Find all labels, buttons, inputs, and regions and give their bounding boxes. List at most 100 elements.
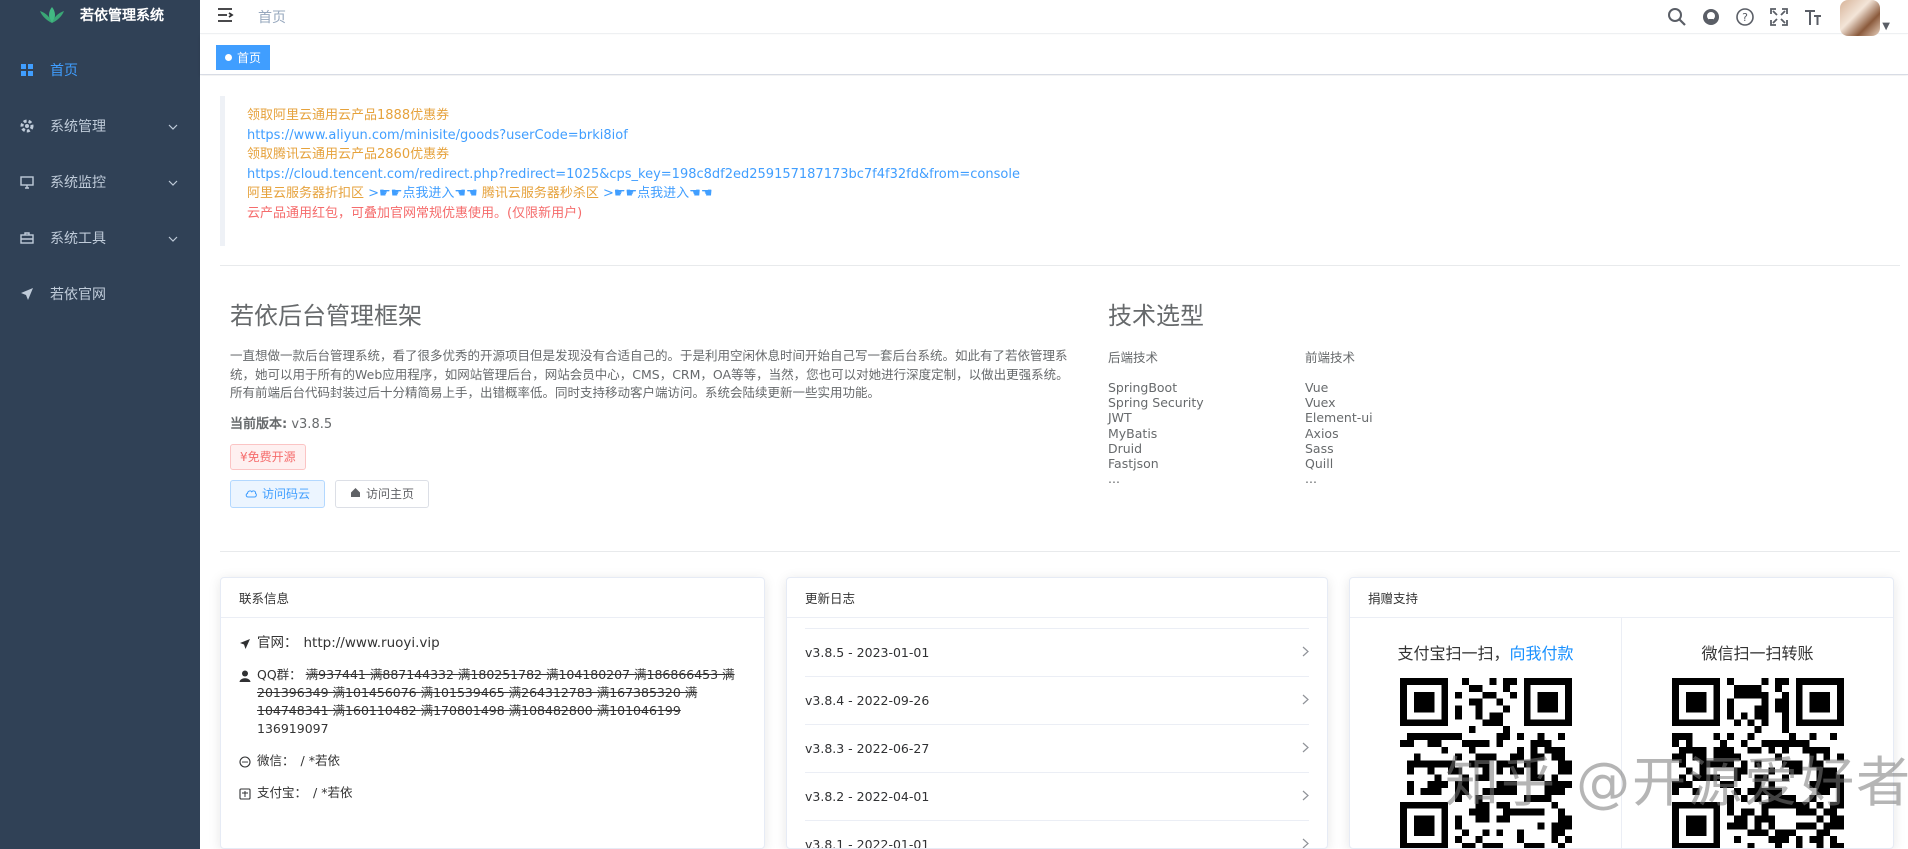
changelog-item[interactable]: v3.8.2 - 2022-04-01 <box>805 772 1309 820</box>
qq-full-groups: 满937441 满887144332 满180251782 满104180207… <box>257 667 735 718</box>
tech-stack-section: 技术选型 后端技术 SpringBoot Spring Security JWT… <box>1108 296 1708 486</box>
github-icon[interactable] <box>1694 2 1728 32</box>
sidebar-item-label: 系统管理 <box>50 119 106 135</box>
hamburger-icon[interactable] <box>216 6 234 24</box>
promo-aliyun-link[interactable]: https://www.aliyun.com/minisite/goods?us… <box>247 126 1900 146</box>
contact-alipay: 支付宝： / *若依 <box>239 784 746 802</box>
list-item: MyBatis <box>1108 425 1158 441</box>
tag-label: 首页 <box>237 51 262 65</box>
sidebar-item-label: 若依官网 <box>50 287 106 303</box>
navbar: 首页 ? ▼ <box>200 0 1908 36</box>
changelog-list: v3.8.5 - 2023-01-01 v3.8.4 - 2022-09-26 … <box>787 618 1327 849</box>
list-item: Quill <box>1305 456 1334 472</box>
intro-buttons: 访问码云 访问主页 <box>230 479 1070 508</box>
contact-card-body: 官网： http://www.ruoyi.vip QQ群： 满937441 满8… <box>221 618 764 832</box>
qq-text: QQ群： 满937441 满887144332 满180251782 满1041… <box>257 666 746 738</box>
watermark: 知乎 @开源爱好者 <box>1445 751 1908 814</box>
alipay-pay-text: 向我付款 <box>1509 644 1574 663</box>
wechat-label: 微信： <box>257 753 295 768</box>
chevron-down-icon <box>168 230 178 246</box>
changelog-item[interactable]: v3.8.3 - 2022-06-27 <box>805 724 1309 772</box>
sidebar-item-tools[interactable]: 系统工具 <box>0 210 200 266</box>
font-size-icon[interactable] <box>1796 2 1830 32</box>
tech-columns: 后端技术 SpringBoot Spring Security JWT MyBa… <box>1108 347 1708 486</box>
tags-view: 首页 <box>200 35 1908 75</box>
user-icon <box>239 669 251 682</box>
chevron-down-icon <box>168 118 178 134</box>
send-icon <box>239 637 251 649</box>
tencent-flash-link[interactable]: >☛☛点我进入☚☚ <box>603 186 713 201</box>
backend-title: 后端技术 <box>1108 350 1159 365</box>
visit-gitee-button[interactable]: 访问码云 <box>230 479 326 508</box>
sidebar-item-label: 系统监控 <box>50 175 106 191</box>
qq-open-group: 136919097 <box>257 721 329 736</box>
chevron-right-icon <box>1302 837 1309 848</box>
promo-tencent-link[interactable]: https://cloud.tencent.com/redirect.php?r… <box>247 165 1900 185</box>
contact-card-header: 联系信息 <box>221 578 764 618</box>
list-item: ... <box>1305 471 1317 487</box>
changelog-title: v3.8.5 - 2023-01-01 <box>805 645 930 660</box>
qq-label: QQ群： <box>257 667 302 682</box>
chevron-right-icon <box>1302 741 1309 756</box>
divider <box>220 265 1900 266</box>
alipay-donate-title: 支付宝扫一扫，向我付款 <box>1397 640 1573 664</box>
promo-red-packet: 云产品通用红包，可叠加官网常规优惠使用。(仅限新用户) <box>247 205 583 221</box>
changelog-title: v3.8.3 - 2022-06-27 <box>805 741 930 756</box>
visit-homepage-button[interactable]: 访问主页 <box>335 479 430 508</box>
home-icon <box>350 487 361 501</box>
contact-website: 官网： http://www.ruoyi.vip <box>239 634 746 652</box>
intro-section: 若依后台管理框架 一直想做一款后台管理系统，看了很多优秀的开源项目但是发现没有合… <box>230 296 1070 508</box>
help-icon[interactable]: ? <box>1728 2 1762 32</box>
search-icon[interactable] <box>1660 2 1694 32</box>
website-label: 官网： <box>257 635 298 651</box>
main-content: 领取阿里云通用云产品1888优惠券 https://www.aliyun.com… <box>200 76 1908 849</box>
app-title: 若依管理系统 <box>80 8 164 24</box>
intro-description: 一直想做一款后台管理系统，看了很多优秀的开源项目但是发现没有合适自己的。于是利用… <box>230 348 1069 400</box>
cloud-icon <box>245 487 257 501</box>
breadcrumb: 首页 <box>258 10 286 26</box>
sidebar-item-home[interactable]: 首页 <box>0 42 200 98</box>
changelog-item[interactable]: v3.8.4 - 2022-09-26 <box>805 676 1309 724</box>
changelog-card-header: 更新日志 <box>787 578 1327 618</box>
logo-icon <box>40 7 64 23</box>
changelog-item[interactable]: v3.8.5 - 2023-01-01 <box>805 628 1309 676</box>
sidebar-item-system[interactable]: 系统管理 <box>0 98 200 154</box>
list-item: SpringBoot <box>1108 380 1178 395</box>
sidebar-item-official-site[interactable]: 若依官网 <box>0 266 200 322</box>
changelog-item[interactable]: v3.8.1 - 2022-01-01 <box>805 820 1309 849</box>
promo-aliyun-title: 领取阿里云通用云产品1888优惠券 <box>247 108 450 123</box>
active-dot-icon <box>225 54 232 61</box>
svg-text:?: ? <box>1742 11 1748 24</box>
changelog-title: v3.8.4 - 2022-09-26 <box>805 693 930 708</box>
promo-server-line: 阿里云服务器折扣区 >☛☛点我进入☚☚ 腾讯云服务器秒杀区 >☛☛点我进入☚☚ <box>247 184 1900 204</box>
contact-card: 联系信息 官网： http://www.ruoyi.vip QQ群： 满9374… <box>220 577 765 849</box>
website-value[interactable]: http://www.ruoyi.vip <box>304 634 440 652</box>
alipay-label: 支付宝： <box>257 785 308 800</box>
frontend-column: 前端技术 Vue Vuex Element-ui Axios Sass Quil… <box>1305 347 1502 486</box>
list-item: Fastjson <box>1108 456 1159 472</box>
frontend-title: 前端技术 <box>1305 350 1356 365</box>
fullscreen-icon[interactable] <box>1762 2 1796 32</box>
list-item: JWT <box>1108 410 1132 426</box>
sidebar-item-label: 系统工具 <box>50 231 106 247</box>
changelog-title: v3.8.1 - 2022-01-01 <box>805 837 930 849</box>
intro-title: 若依后台管理框架 <box>230 302 422 330</box>
tencent-flash-label: 腾讯云服务器秒杀区 <box>481 186 599 201</box>
chevron-down-icon <box>168 174 178 190</box>
tag-home[interactable]: 首页 <box>216 45 271 70</box>
logo[interactable]: 若依管理系统 <box>0 0 200 30</box>
chevron-right-icon <box>1302 645 1309 660</box>
caret-down-icon[interactable]: ▼ <box>1882 21 1890 32</box>
sidebar-item-label: 首页 <box>50 63 78 79</box>
aliyun-discount-link[interactable]: >☛☛点我进入☚☚ <box>368 186 478 201</box>
divider <box>220 551 1900 552</box>
send-icon <box>20 287 34 301</box>
list-item: ... <box>1108 471 1120 487</box>
sidebar: 若依管理系统 首页 系统管理 系统监控 系统工具 若依官网 <box>0 0 200 849</box>
sidebar-item-monitor[interactable]: 系统监控 <box>0 154 200 210</box>
avatar[interactable] <box>1840 0 1881 36</box>
visit-homepage-label: 访问主页 <box>366 487 415 501</box>
alipay-scan-text: 支付宝扫一扫， <box>1397 644 1510 663</box>
tech-title: 技术选型 <box>1108 302 1204 330</box>
list-item: Sass <box>1305 440 1334 456</box>
